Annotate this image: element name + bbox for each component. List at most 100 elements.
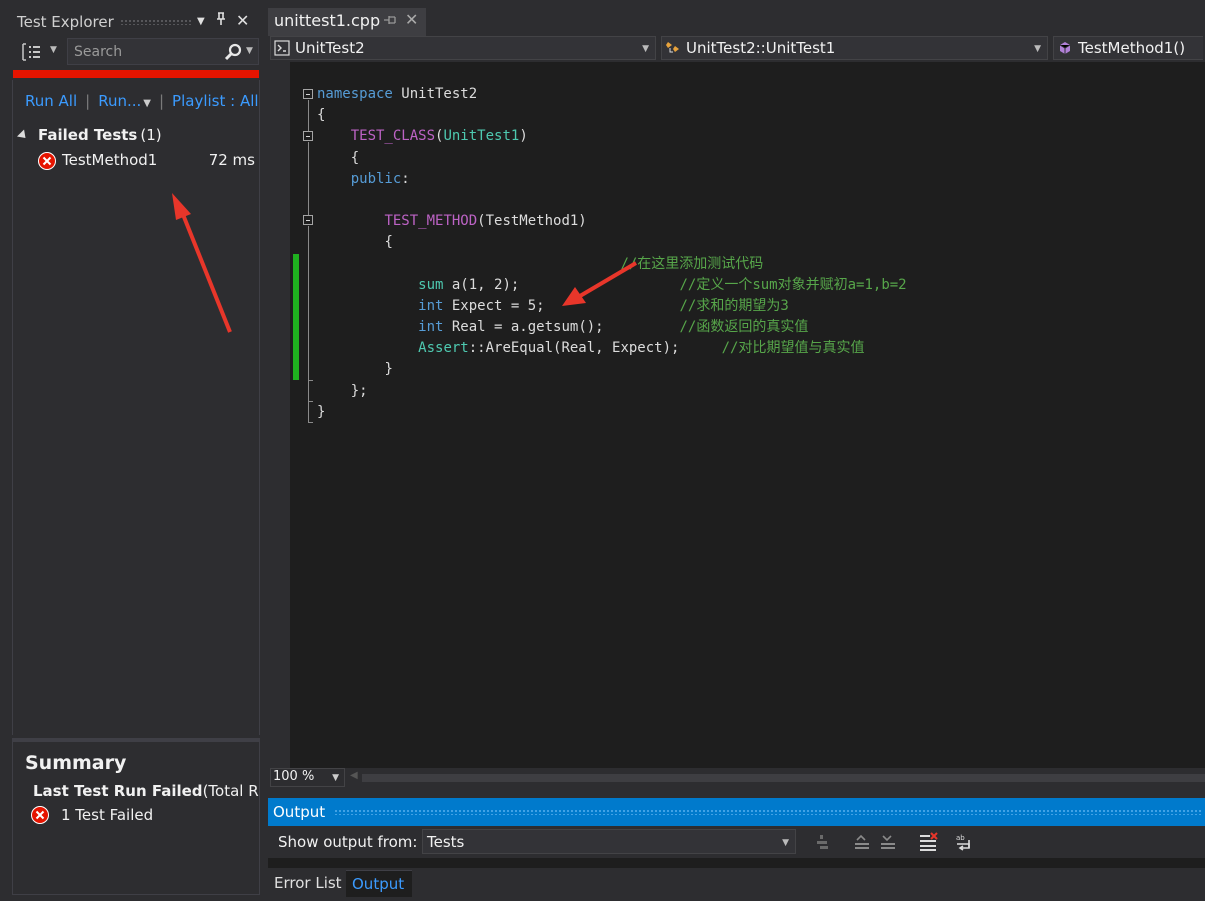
scope-dropdown-value: UnitTest2::UnitTest1 [686, 39, 836, 57]
code-line: TEST_CLASS(UnitTest1) [350, 128, 528, 145]
outline-line [308, 142, 309, 215]
last-run-status-text: Last Test Run Failed [33, 782, 203, 800]
outline-line [308, 100, 309, 131]
search-box: ▼ [67, 38, 259, 65]
document-tab-label: unittest1.cpp [274, 11, 381, 30]
collapse-class-icon[interactable] [303, 131, 313, 141]
group-by-icon[interactable] [21, 42, 43, 62]
test-explorer-toolbar: Run All | Run... ▼ | Playlist : All [25, 92, 261, 112]
clear-all-icon[interactable] [918, 832, 938, 852]
test-duration: 72 ms [208, 151, 255, 169]
test-run-status-bar [13, 70, 259, 78]
code-line: TEST_METHOD(TestMethod1) [384, 213, 587, 230]
separator: | [85, 92, 91, 110]
outline-end-tick [308, 422, 313, 423]
scroll-left-icon[interactable]: ◀ [350, 770, 358, 781]
panel-grip[interactable] [334, 809, 1202, 815]
outline-line [308, 381, 309, 401]
test-explorer-title: Test Explorer [17, 13, 114, 31]
failed-count-text: 1 Test Failed [61, 806, 154, 824]
group-name: Failed Tests [38, 126, 138, 144]
outlining-margin [303, 84, 317, 424]
class-icon [666, 42, 679, 53]
code-line: namespace UnitTest2 [317, 86, 478, 102]
code-line: } [384, 361, 393, 378]
project-dropdown[interactable]: UnitTest2 ▼ [270, 36, 656, 60]
tab-output[interactable]: Output [346, 870, 412, 897]
run-dropdown-icon[interactable]: ▼ [143, 98, 151, 109]
failed-tests-group[interactable]: Failed Tests (1) [16, 126, 162, 146]
test-failed-icon [38, 152, 56, 170]
search-icon[interactable] [224, 43, 244, 61]
code-text[interactable]: namespace UnitTest2 { TEST_CLASS(UnitTes… [317, 84, 907, 423]
summary-title: Summary [25, 752, 127, 774]
code-line: }; [350, 382, 368, 399]
go-to-location-icon[interactable] [814, 832, 834, 852]
show-output-from-label: Show output from: [278, 833, 418, 851]
tab-error-list[interactable]: Error List [274, 874, 342, 892]
editor-margin [268, 62, 290, 768]
outline-line [308, 402, 309, 422]
last-run-total: (Total Run [202, 782, 259, 800]
output-panel-title: Output [273, 803, 326, 821]
chevron-down-icon[interactable]: ▼ [1034, 44, 1041, 54]
previous-message-icon[interactable] [852, 832, 872, 852]
pin-icon[interactable] [215, 12, 227, 30]
chevron-down-icon[interactable]: ▼ [642, 44, 649, 54]
collapse-namespace-icon[interactable] [303, 89, 313, 99]
show-output-from-dropdown[interactable]: Tests ▼ [422, 829, 796, 854]
chevron-down-icon[interactable]: ▼ [782, 838, 789, 848]
test-item[interactable]: TestMethod1 72 ms [38, 151, 259, 171]
group-by-dropdown-icon[interactable]: ▼ [50, 45, 57, 55]
run-link[interactable]: Run... [98, 92, 141, 110]
expand-collapse-icon[interactable] [16, 129, 30, 142]
search-input[interactable] [74, 43, 219, 61]
chevron-down-icon[interactable]: ▼ [332, 773, 339, 783]
member-dropdown[interactable]: TestMethod1() [1053, 36, 1203, 60]
close-panel-icon[interactable]: ✕ [236, 11, 249, 30]
collapse-method-icon[interactable] [303, 215, 313, 225]
code-line: sum a(1, 2); //定义一个sum对象并赋初a=1,b=2 [418, 276, 907, 293]
playlist-link[interactable]: Playlist : All [172, 92, 259, 110]
outline-line [308, 226, 309, 381]
project-dropdown-value: UnitTest2 [295, 39, 365, 57]
change-tracking-bar [293, 254, 299, 380]
code-line: //在这里添加测试代码 [620, 255, 764, 272]
horizontal-scrollbar[interactable] [362, 774, 1205, 782]
summary-pane: Summary Last Test Run Failed(Total Run 1… [12, 738, 260, 895]
method-icon [1059, 42, 1071, 54]
code-line: public: [350, 170, 410, 187]
project-icon [274, 40, 290, 56]
close-tab-icon[interactable]: ✕ [405, 10, 418, 29]
next-message-icon[interactable] [878, 832, 898, 852]
output-panel-title-bar: Output [268, 798, 1205, 826]
panel-menu-icon[interactable]: ▼ [197, 16, 205, 27]
pin-tab-icon[interactable] [383, 14, 397, 29]
svg-text:ab: ab [956, 834, 965, 842]
panel-grip[interactable] [120, 19, 192, 25]
member-dropdown-value: TestMethod1() [1078, 39, 1186, 57]
code-line: Assert::AreEqual(Real, Expect); //对比期望值与… [418, 340, 865, 357]
test-name: TestMethod1 [62, 151, 158, 169]
code-line: { [350, 149, 360, 166]
zoom-dropdown[interactable]: 100 % ▼ [270, 768, 345, 787]
run-all-link[interactable]: Run All [25, 92, 77, 110]
group-count: (1) [140, 126, 162, 144]
last-run-status: Last Test Run Failed(Total Run [33, 782, 259, 800]
code-line: int Expect = 5; //求和的期望为3 [418, 297, 789, 314]
code-line: int Real = a.getsum(); //函数返回的真实值 [418, 319, 809, 336]
code-line: { [317, 107, 326, 124]
tab-output-label: Output [352, 875, 405, 893]
search-options-dropdown-icon[interactable]: ▼ [246, 46, 253, 56]
document-tab[interactable]: unittest1.cpp ✕ [268, 8, 426, 36]
test-failed-icon [31, 806, 49, 824]
output-text-area[interactable] [268, 858, 1205, 868]
code-line: } [317, 403, 326, 420]
show-output-from-value: Tests [427, 833, 465, 851]
scope-dropdown[interactable]: UnitTest2::UnitTest1 ▼ [661, 36, 1048, 60]
navigation-bar: UnitTest2 ▼ UnitTest2::UnitTest1 ▼ TestM… [268, 36, 1205, 62]
test-list-area [12, 80, 260, 735]
word-wrap-icon[interactable]: ab [955, 832, 975, 852]
code-line: { [384, 234, 393, 251]
